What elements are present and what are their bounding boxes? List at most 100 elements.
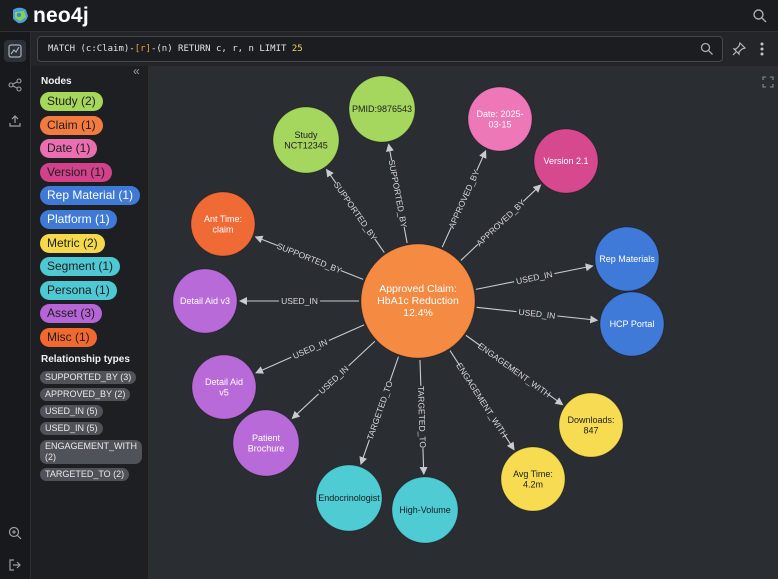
relationship-type-label: USED_IN (5): [45, 423, 98, 433]
node-caption: 12.4%: [403, 307, 433, 319]
graph-view[interactable]: SUPPORTED_BY SUPPORTED_BY APPROVED_BYAPPRO…: [149, 66, 778, 579]
node-label-chip[interactable]: Platform (1): [40, 210, 117, 229]
relationship-label: USED_IN: [281, 296, 318, 306]
node-caption: Detail Aid: [205, 377, 243, 387]
node-caption: Version 2.1: [543, 156, 588, 166]
node-caption: Brochure: [248, 443, 285, 453]
relationship-type-chip[interactable]: ENGAGEMENT_WITH (2): [40, 440, 143, 464]
node-caption: Approved Claim:: [379, 283, 457, 295]
graph-node-rep-materials[interactable]: Rep Materials: [594, 226, 660, 292]
relationship-label: ENGAGEMENT_WITH: [476, 341, 552, 400]
relationship-type-label: ENGAGEMENT_WITH: [45, 441, 138, 451]
query-editor[interactable]: MATCH (c:Claim)-[r]-(n) RETURN c, r, n L…: [37, 36, 723, 62]
node-caption: High-Volume: [399, 505, 451, 515]
node-label-chip[interactable]: Rep Material (1): [40, 186, 141, 206]
search-icon[interactable]: [752, 8, 768, 24]
relationship-label: USED_IN: [317, 364, 351, 396]
share-nav-button[interactable]: [4, 74, 26, 96]
relationship-type-label: TARGETED_TO (2): [45, 469, 125, 479]
logout-icon: [9, 559, 21, 571]
relationship-type-chip[interactable]: TARGETED_TO (2): [40, 468, 130, 481]
node-label-chip[interactable]: Asset (3): [40, 304, 103, 324]
node-caption: Rep Materials: [599, 254, 655, 264]
relationship-edge[interactable]: USED_IN: [239, 295, 359, 307]
legend-sidebar: « Nodes Study (2) Claim (1) Date (1) Versio…: [31, 32, 149, 579]
graph-node-hcp-portal[interactable]: HCP Portal: [599, 291, 665, 357]
relationship-edge[interactable]: USED_IN: [475, 263, 594, 290]
upload-nav-button[interactable]: [4, 110, 26, 132]
top-bar: neo4j: [0, 0, 778, 32]
node-caption: claim: [212, 224, 233, 234]
node-label-chip[interactable]: Claim (1): [40, 115, 103, 135]
relationship-type-chip[interactable]: SUPPORTED_BY (3): [40, 371, 137, 384]
relationship-type-chip[interactable]: USED_IN (5): [40, 422, 103, 435]
app-name: neo4j: [33, 4, 89, 27]
graph-node-detail-aid-v3[interactable]: Detail Aid v3: [172, 268, 238, 334]
node-caption: Downloads:: [567, 415, 614, 425]
node-label-chip[interactable]: Misc (1): [40, 328, 97, 347]
graph-canvas[interactable]: SUPPORTED_BY SUPPORTED_BY APPROVED_BY APPRO…: [149, 66, 778, 579]
node-caption: Avg Time:: [513, 469, 553, 479]
node-label-chip[interactable]: Segment (1): [40, 257, 121, 277]
relationship-label: APPROVED_BY: [446, 168, 481, 230]
node-caption: HCP Portal: [610, 319, 655, 329]
node-caption: Endocrinologist: [318, 493, 380, 503]
relationship-edge[interactable]: USED_IN: [476, 305, 599, 324]
zoom-icon: [8, 526, 22, 540]
graph-node-center[interactable]: Approved Claim:HbA1c Reduction12.4%: [360, 243, 476, 359]
graph-node-endocrinologist[interactable]: Endocrinologist: [315, 464, 383, 532]
node-label-chip[interactable]: Version (1): [40, 162, 113, 182]
more-vertical-icon[interactable]: [754, 39, 770, 59]
node-caption: Ant Time:: [204, 214, 242, 224]
relationship-edge[interactable]: SUPPORTED_BY: [254, 235, 364, 280]
graph-node-avg-time[interactable]: Avg Time:4.2m: [500, 446, 566, 512]
expand-icon[interactable]: [762, 76, 774, 88]
node-label-chip[interactable]: Date (1): [40, 139, 98, 159]
node-label-chip[interactable]: Study (2): [40, 92, 103, 111]
logout-nav-button[interactable]: [4, 554, 26, 576]
node-label-chip[interactable]: Persona (1): [40, 280, 117, 300]
relationship-type-label: USED_IN (5): [45, 406, 98, 416]
node-caption: Patient: [252, 433, 281, 443]
graph-node-downloads[interactable]: Downloads:847: [558, 392, 624, 458]
node-caption: 03-15: [488, 119, 511, 129]
node-caption: 4.2m: [523, 479, 543, 489]
relationship-edge[interactable]: SUPPORTED_BY: [325, 168, 385, 253]
relationship-edge[interactable]: TARGETED_TO: [359, 356, 400, 465]
graph-node-ant-time[interactable]: Ant Time:claim: [190, 191, 256, 257]
graph-node-date[interactable]: Date: 2025-03-15: [467, 86, 533, 152]
graph-node-detail-aid-v5[interactable]: Detail Aidv5: [191, 354, 257, 420]
node-label-chip[interactable]: Metric (2): [40, 233, 105, 253]
relationship-type-chip[interactable]: USED_IN (5): [40, 405, 103, 418]
relationship-label: ENGAGEMENT_WITH: [454, 361, 510, 439]
graph-node-version[interactable]: Version 2.1: [533, 128, 599, 194]
relationship-type-chip[interactable]: APPROVED_BY (2): [40, 388, 131, 401]
app-logo[interactable]: neo4j: [10, 5, 89, 27]
query-bar: MATCH (c:Claim)-[r]-(n) RETURN c, r, n L…: [31, 32, 778, 66]
node-caption: Study: [294, 130, 318, 140]
relationship-edge[interactable]: TARGETED_TO: [414, 359, 429, 476]
query-nav-button[interactable]: [4, 40, 26, 62]
graph-node-high-volume[interactable]: High-Volume: [391, 476, 459, 544]
node-caption: 847: [583, 425, 598, 435]
query-text: MATCH (c:Claim)-[r]-(n) RETURN c, r, n L…: [48, 44, 303, 54]
relationship-edge[interactable]: SUPPORTED_BY: [385, 143, 411, 244]
icon-rail: [0, 32, 31, 579]
node-caption: Detail Aid v3: [180, 296, 230, 306]
relationship-edge[interactable]: APPROVED_BY: [441, 149, 487, 248]
relationship-type-label: APPROVED_BY (2): [45, 389, 126, 399]
pin-icon[interactable]: [731, 41, 747, 57]
query-icon: [8, 44, 22, 58]
relationship-label: SUPPORTED_BY: [276, 241, 344, 276]
nodes-title: Nodes: [41, 76, 72, 87]
relationship-type-count: (2): [45, 452, 56, 462]
zoom-nav-button[interactable]: [4, 522, 26, 544]
share-icon: [8, 78, 22, 92]
graph-node-patient-brochure[interactable]: PatientBrochure: [232, 409, 300, 477]
node-caption: HbA1c Reduction: [377, 295, 459, 307]
collapse-icon[interactable]: «: [133, 65, 140, 77]
relationship-edge[interactable]: APPROVED_BY: [460, 184, 542, 261]
search-icon[interactable]: [700, 42, 714, 56]
graph-node-study-nct[interactable]: StudyNCT12345: [272, 106, 340, 174]
graph-node-pmid[interactable]: PMID:9876543: [348, 75, 416, 143]
